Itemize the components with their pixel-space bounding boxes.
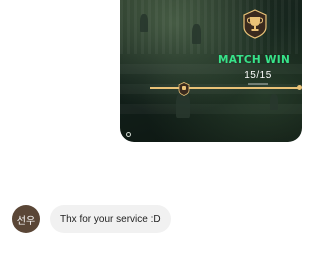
player-silhouette — [270, 94, 278, 110]
app-logo-icon — [126, 132, 131, 137]
progress-bar — [150, 85, 302, 90]
mini-trophy-icon — [178, 82, 190, 96]
image-attachment[interactable]: MATCH WIN 15/15 — [120, 0, 302, 142]
score-label: 15/15 — [244, 70, 272, 81]
player-silhouette — [140, 14, 148, 32]
progress-end-dot — [297, 85, 302, 90]
trophy-icon — [243, 9, 267, 39]
card-footer — [126, 132, 134, 137]
player-silhouette — [192, 24, 201, 44]
avatar[interactable]: 선우 — [12, 205, 40, 233]
chat-thread: MATCH WIN 15/15 선우 Thx for your service … — [0, 0, 302, 253]
pitch-stripe — [120, 84, 302, 94]
progress-fill — [150, 87, 300, 89]
avatar-label: 선우 — [16, 215, 36, 227]
match-win-title: MATCH WIN — [218, 54, 291, 66]
message-bubble[interactable]: Thx for your service :D — [50, 205, 171, 233]
score-underline — [248, 83, 268, 85]
message-text: Thx for your service :D — [60, 213, 161, 225]
